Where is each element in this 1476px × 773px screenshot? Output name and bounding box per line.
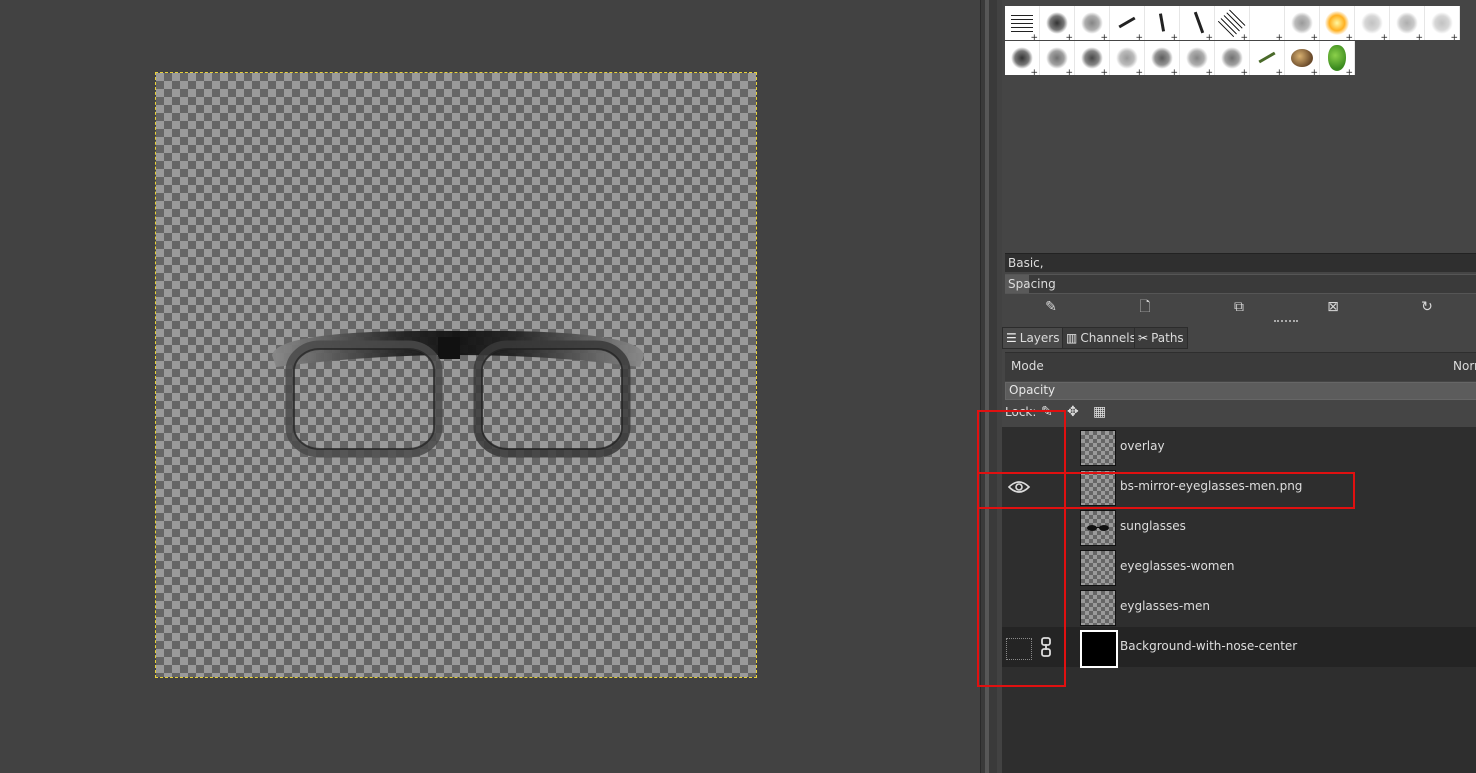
brush-row	[1005, 6, 1460, 40]
layer-thumbnail	[1080, 630, 1118, 668]
duplicate-brush-icon[interactable]: ⧉	[1229, 298, 1249, 316]
layer-name[interactable]: sunglasses	[1120, 519, 1186, 533]
layer-mode-row[interactable]: Mode Norn	[1005, 352, 1476, 381]
tab-channels-label: Channels	[1080, 331, 1136, 345]
brush-name-field: Basic,	[1005, 253, 1476, 272]
lock-label: Lock:	[1005, 405, 1037, 419]
refresh-brushes-icon[interactable]: ↻	[1417, 298, 1437, 316]
brush-thumbnail[interactable]	[1005, 41, 1040, 75]
tab-paths-label: Paths	[1151, 331, 1184, 345]
brush-thumbnail[interactable]	[1075, 6, 1110, 40]
sunglasses-thumbnail-icon	[1087, 525, 1109, 531]
visibility-toggle[interactable]	[1006, 596, 1032, 618]
dock-tabs: ☰ Layers ▥ Channels ✂ Paths	[1002, 326, 1476, 349]
brush-thumbnail[interactable]	[1250, 6, 1285, 40]
brush-thumbnail[interactable]	[1110, 6, 1145, 40]
brushes-grid[interactable]	[1005, 0, 1476, 76]
brush-row	[1005, 41, 1355, 75]
lock-alpha-icon[interactable]: ▦	[1093, 404, 1106, 420]
layer-name[interactable]: bs-mirror-eyeglasses-men.png	[1120, 479, 1302, 493]
brush-thumbnail[interactable]	[1040, 41, 1075, 75]
spacing-slider[interactable]: Spacing	[1005, 274, 1476, 294]
tab-channels[interactable]: ▥ Channels	[1062, 327, 1140, 349]
brush-thumbnail[interactable]	[1285, 6, 1320, 40]
brush-thumbnail[interactable]	[1425, 6, 1460, 40]
right-dock: Basic, Spacing ✎ 🗋 ⧉ ⊠ ↻ ☰ Layers ▥ Chan…	[1002, 0, 1476, 773]
layer-row[interactable]: overlay	[1002, 427, 1476, 467]
brush-thumbnail[interactable]	[1320, 41, 1355, 75]
chain-toggle[interactable]	[1038, 516, 1054, 538]
chain-toggle[interactable]	[1038, 476, 1054, 498]
lock-pixels-icon[interactable]: ✎	[1041, 404, 1053, 420]
layer-name[interactable]: overlay	[1120, 439, 1165, 453]
eye-icon	[1007, 481, 1031, 493]
layer-thumbnail	[1080, 470, 1116, 506]
brush-thumbnail[interactable]	[1390, 6, 1425, 40]
brush-name-label: Basic,	[1008, 256, 1044, 270]
chain-toggle[interactable]	[1038, 436, 1054, 458]
brush-toolbar: ✎ 🗋 ⧉ ⊠ ↻	[1005, 294, 1476, 320]
layer-name[interactable]: eyglasses-men	[1120, 599, 1210, 613]
brush-thumbnail[interactable]	[1110, 41, 1145, 75]
opacity-slider[interactable]: Opacity	[1005, 382, 1476, 400]
eyeglasses-image	[272, 330, 644, 458]
visibility-toggle[interactable]	[1006, 516, 1032, 538]
brush-thumbnail[interactable]	[1180, 41, 1215, 75]
brush-thumbnail[interactable]	[1145, 41, 1180, 75]
brush-thumbnail[interactable]	[1075, 41, 1110, 75]
dock-separator[interactable]	[980, 0, 997, 773]
visibility-placeholder	[1006, 638, 1032, 660]
layer-thumbnail	[1080, 430, 1116, 466]
layer-name[interactable]: eyeglasses-women	[1120, 559, 1234, 573]
spacing-label: Spacing	[1008, 277, 1056, 291]
brush-thumbnail[interactable]	[1145, 6, 1180, 40]
mode-label: Mode	[1011, 359, 1044, 373]
channels-icon: ▥	[1066, 331, 1078, 345]
layer-row[interactable]: sunglasses	[1002, 507, 1476, 547]
layer-row[interactable]: Background-with-nose-center	[1002, 627, 1476, 668]
layer-thumbnail	[1080, 510, 1116, 546]
tab-layers[interactable]: ☰ Layers	[1002, 327, 1064, 349]
image-canvas[interactable]	[155, 72, 757, 678]
brush-thumbnail[interactable]	[1040, 6, 1075, 40]
layers-list[interactable]: overlay bs-mirror-eyeglasses-men.png sun…	[1002, 427, 1476, 773]
brush-thumbnail[interactable]	[1320, 6, 1355, 40]
visibility-toggle[interactable]	[1006, 436, 1032, 458]
layer-name[interactable]: Background-with-nose-center	[1120, 639, 1297, 653]
mode-value[interactable]: Norn	[1453, 359, 1476, 373]
lock-position-icon[interactable]: ✥	[1067, 404, 1079, 420]
brush-thumbnail[interactable]	[1250, 41, 1285, 75]
tab-paths[interactable]: ✂ Paths	[1134, 327, 1188, 349]
layer-thumbnail	[1080, 550, 1116, 586]
brush-thumbnail[interactable]	[1215, 41, 1250, 75]
visibility-toggle[interactable]	[1006, 556, 1032, 578]
brush-thumbnail[interactable]	[1215, 6, 1250, 40]
layer-row[interactable]: bs-mirror-eyeglasses-men.png	[1002, 467, 1476, 507]
lock-row: Lock: ✎ ✥ ▦	[1005, 403, 1476, 423]
chain-link-icon	[1041, 637, 1051, 657]
image-canvas-area[interactable]	[0, 0, 980, 773]
brush-thumbnail[interactable]	[1285, 41, 1320, 75]
chain-toggle[interactable]	[1038, 596, 1054, 618]
delete-brush-icon[interactable]: ⊠	[1323, 298, 1343, 316]
brush-thumbnail[interactable]	[1180, 6, 1215, 40]
edit-brush-icon[interactable]: ✎	[1041, 298, 1061, 316]
layer-thumbnail	[1080, 590, 1116, 626]
opacity-label: Opacity	[1009, 383, 1056, 397]
layer-row[interactable]: eyeglasses-women	[1002, 547, 1476, 587]
new-brush-icon[interactable]: 🗋	[1135, 298, 1155, 316]
tab-layers-label: Layers	[1019, 331, 1060, 345]
paths-icon: ✂	[1138, 331, 1149, 345]
chain-toggle[interactable]	[1038, 636, 1054, 658]
layer-row[interactable]: eyglasses-men	[1002, 587, 1476, 627]
layers-icon: ☰	[1006, 331, 1017, 345]
visibility-toggle[interactable]	[1006, 476, 1032, 498]
brush-thumbnail[interactable]	[1005, 6, 1040, 40]
chain-toggle[interactable]	[1038, 556, 1054, 578]
brush-thumbnail[interactable]	[1355, 6, 1390, 40]
